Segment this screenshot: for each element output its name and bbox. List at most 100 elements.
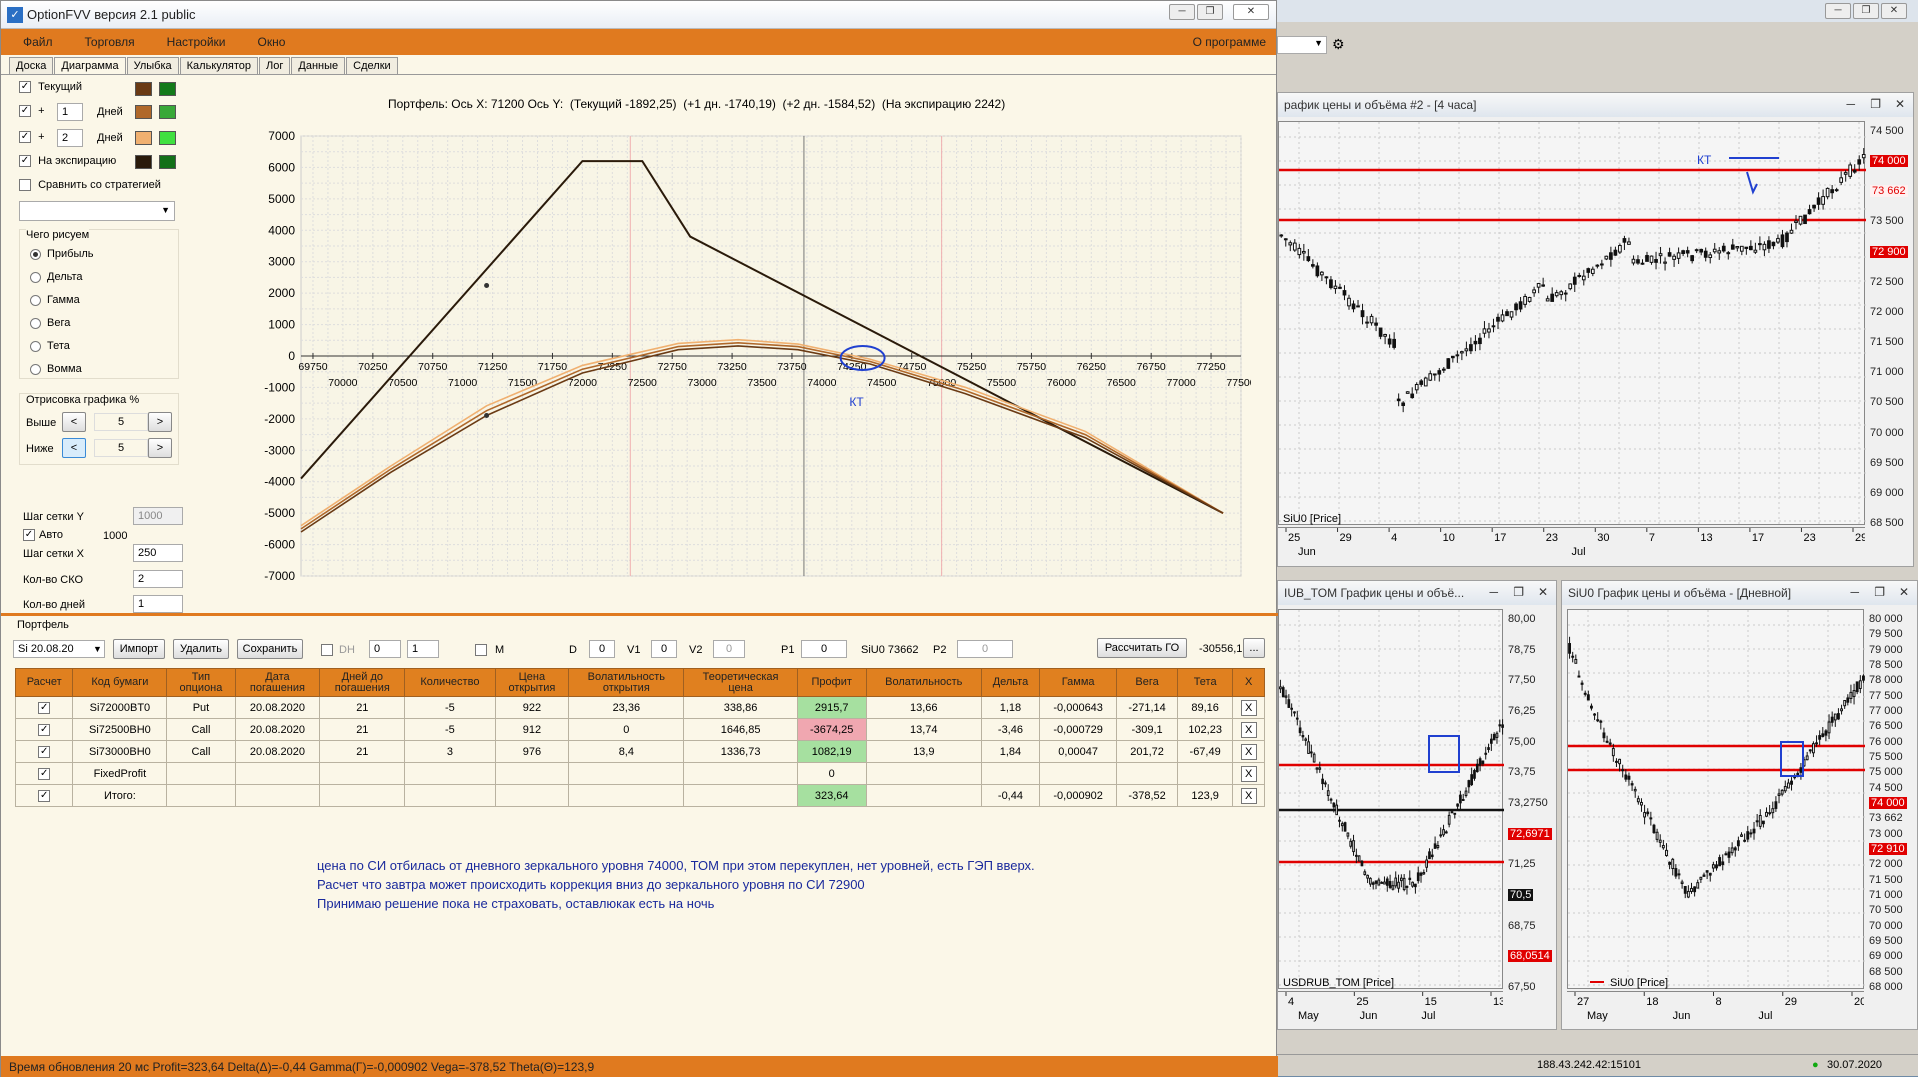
price-chart-4h[interactable]: КТ SiU0 [Price] xyxy=(1278,121,1866,526)
splitter[interactable] xyxy=(1,613,1278,616)
below-decrease-button[interactable]: < xyxy=(62,438,86,458)
column-header[interactable]: Волатильность открытия xyxy=(568,668,685,697)
more-button[interactable]: ... xyxy=(1243,638,1265,658)
menu-about[interactable]: О программе xyxy=(1177,35,1276,49)
days-count-input[interactable]: 1 xyxy=(133,595,183,613)
remove-row-button[interactable]: X xyxy=(1232,696,1265,719)
color-swatch[interactable] xyxy=(135,155,152,169)
above-input[interactable]: 5 xyxy=(94,413,148,431)
color-swatch[interactable] xyxy=(135,82,152,96)
column-header[interactable]: Профит xyxy=(796,668,867,697)
color-swatch[interactable] xyxy=(159,105,176,119)
bg-minimize-button[interactable]: ─ xyxy=(1825,3,1851,19)
pnl-diagram[interactable]: 7000 6000 5000 4000 3000 2000 1000 0 -1000 -2000 -… xyxy=(251,121,1251,591)
column-header[interactable]: Тип опциона xyxy=(166,668,236,697)
tab-log[interactable]: Лог xyxy=(259,57,291,74)
table-row[interactable]: ✓ Si73000BH0 Call 20.08.2020 21 3 976 8,4 1336,7… xyxy=(14,740,1265,763)
close-icon[interactable]: ✕ xyxy=(1538,585,1548,599)
m-checkbox[interactable] xyxy=(475,644,487,656)
color-swatch[interactable] xyxy=(135,105,152,119)
day2-input[interactable]: 2 xyxy=(57,129,83,147)
sko-input[interactable]: 2 xyxy=(133,570,183,588)
remove-row-button[interactable]: X xyxy=(1232,740,1265,763)
column-header[interactable]: Расчет xyxy=(14,668,74,697)
v2-input[interactable]: 0 xyxy=(713,640,745,658)
color-swatch[interactable] xyxy=(135,131,152,145)
table-row[interactable]: ✓ FixedProfit 0 X xyxy=(14,762,1265,785)
below-increase-button[interactable]: > xyxy=(148,438,172,458)
p1-input[interactable]: 0 xyxy=(801,640,847,658)
portfolio-select[interactable]: Si 20.08.20 xyxy=(13,640,105,658)
column-header[interactable]: Дата погашения xyxy=(234,668,321,697)
price-chart-usdrub[interactable]: USDRUB_TOM [Price] xyxy=(1278,609,1504,990)
radio-gamma[interactable]: Гамма xyxy=(30,294,80,306)
table-row[interactable]: ✓ Si72000BT0 Put 20.08.2020 21 -5 922 23,36 338,… xyxy=(14,696,1265,719)
maximize-icon[interactable]: ❐ xyxy=(1870,97,1881,111)
curve-current-checkbox[interactable]: ✓ xyxy=(19,81,31,94)
calc-checkbox[interactable]: ✓ xyxy=(14,696,74,719)
delete-button[interactable]: Удалить xyxy=(173,639,229,659)
column-header[interactable]: Код бумаги xyxy=(72,668,168,697)
tab-smile[interactable]: Улыбка xyxy=(126,57,179,74)
maximize-icon[interactable]: ❐ xyxy=(1513,585,1524,599)
column-header[interactable]: Дней до погашения xyxy=(319,668,406,697)
minimize-icon[interactable]: ─ xyxy=(1846,97,1855,111)
minimize-icon[interactable]: ─ xyxy=(1850,585,1859,599)
import-button[interactable]: Импорт xyxy=(113,639,165,659)
radio-delta[interactable]: Дельта xyxy=(30,271,83,283)
remove-row-button[interactable]: X xyxy=(1232,784,1265,807)
menu-trade[interactable]: Торговля xyxy=(69,35,151,49)
grid-x-input[interactable]: 250 xyxy=(133,544,183,562)
column-header[interactable]: Теоретическая цена xyxy=(683,668,798,697)
above-decrease-button[interactable]: < xyxy=(62,412,86,432)
menu-window[interactable]: Окно xyxy=(242,35,302,49)
curve-day2-checkbox[interactable]: ✓ xyxy=(19,131,31,144)
radio-theta[interactable]: Тета xyxy=(30,340,70,352)
save-button[interactable]: Сохранить xyxy=(237,639,303,659)
radio-profit[interactable]: Прибыль xyxy=(30,248,94,260)
column-header[interactable]: Дельта xyxy=(980,668,1041,697)
color-swatch[interactable] xyxy=(159,131,176,145)
v1-input[interactable]: 0 xyxy=(651,640,677,658)
close-button[interactable]: ✕ xyxy=(1233,4,1269,20)
column-header[interactable]: Вега xyxy=(1116,668,1178,697)
table-row[interactable]: ✓ Итого: 323,64 -0,44 -0,000902 -378,52 123,9 X xyxy=(14,784,1265,807)
bg-maximize-button[interactable]: ❐ xyxy=(1853,3,1879,19)
strategy-select[interactable]: ▼ xyxy=(19,201,175,221)
close-icon[interactable]: ✕ xyxy=(1895,97,1905,111)
minimize-button[interactable]: ─ xyxy=(1169,4,1195,20)
compare-checkbox[interactable] xyxy=(19,179,31,192)
column-header[interactable]: Тета xyxy=(1176,668,1234,697)
dh-checkbox[interactable] xyxy=(321,644,333,656)
calc-go-button[interactable]: Рассчитать ГО xyxy=(1097,638,1187,658)
day1-input[interactable]: 1 xyxy=(57,103,83,121)
calc-checkbox[interactable]: ✓ xyxy=(14,740,74,763)
color-swatch[interactable] xyxy=(159,155,176,169)
column-header[interactable]: X xyxy=(1232,668,1265,697)
column-header[interactable]: Гамма xyxy=(1039,668,1118,697)
menu-file[interactable]: Файл xyxy=(1,35,69,49)
tab-diagram[interactable]: Диаграмма xyxy=(54,57,126,74)
bg-close-button[interactable]: ✕ xyxy=(1881,3,1907,19)
calc-checkbox[interactable]: ✓ xyxy=(14,784,74,807)
bg-dropdown[interactable]: ▼ xyxy=(1277,36,1327,54)
above-increase-button[interactable]: > xyxy=(148,412,172,432)
menu-settings[interactable]: Настройки xyxy=(151,35,242,49)
maximize-button[interactable]: ❐ xyxy=(1197,4,1223,20)
dh-stepper-2[interactable]: 1 xyxy=(407,640,439,658)
dh-stepper-1[interactable]: 0 xyxy=(369,640,401,658)
radio-vomma[interactable]: Вомма xyxy=(30,363,82,375)
color-swatch[interactable] xyxy=(159,82,176,96)
calc-checkbox[interactable]: ✓ xyxy=(14,718,74,741)
tool-icon[interactable]: ⚙ xyxy=(1332,36,1345,53)
tab-calculator[interactable]: Калькулятор xyxy=(179,57,259,74)
tab-data[interactable]: Данные xyxy=(291,57,346,74)
radio-vega[interactable]: Вега xyxy=(30,317,70,329)
maximize-icon[interactable]: ❐ xyxy=(1874,585,1885,599)
d-input[interactable]: 0 xyxy=(589,640,615,658)
close-icon[interactable]: ✕ xyxy=(1899,585,1909,599)
remove-row-button[interactable]: X xyxy=(1232,762,1265,785)
column-header[interactable]: Цена открытия xyxy=(494,668,570,697)
remove-row-button[interactable]: X xyxy=(1232,718,1265,741)
column-header[interactable]: Волатильность xyxy=(865,668,982,697)
